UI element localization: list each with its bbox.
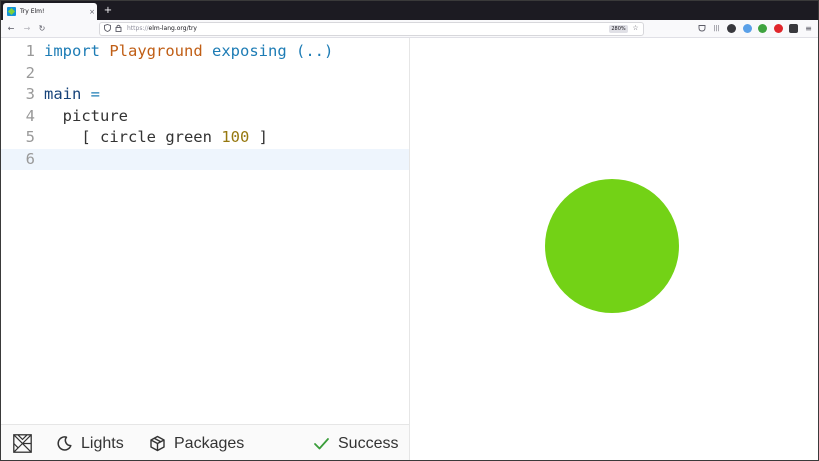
code-token: 100: [221, 128, 250, 146]
tab-strip: Try Elm! × +: [1, 1, 818, 20]
elm-favicon-icon: [7, 7, 16, 16]
bookmark-star-icon[interactable]: ☆: [631, 23, 640, 34]
code-line[interactable]: 2: [1, 63, 409, 84]
pocket-icon[interactable]: [697, 24, 706, 33]
line-number: 3: [25, 85, 35, 103]
tab-close-icon[interactable]: ×: [87, 8, 97, 16]
editor-footer: Lights Packages Success: [1, 424, 410, 460]
url-host-path: elm-lang.org/try: [148, 25, 197, 32]
checkmark-icon: [314, 438, 329, 450]
code-token: picture: [44, 106, 128, 125]
line-code: import Playground exposing (..): [44, 41, 333, 62]
line-code: main =: [44, 84, 100, 105]
status-label: Success: [338, 434, 399, 452]
package-box-icon: [150, 435, 165, 452]
url-scheme: https://: [127, 25, 149, 32]
line-number: 1: [25, 42, 35, 60]
line-number: 6: [25, 149, 35, 168]
shield-icon[interactable]: [103, 24, 112, 35]
code-line[interactable]: 5 [ circle green 100 ]: [1, 127, 409, 148]
playground-svg: [545, 179, 679, 313]
code-line[interactable]: 1 import Playground exposing (..): [1, 41, 409, 62]
lock-icon[interactable]: [114, 24, 123, 35]
back-icon[interactable]: ←: [5, 22, 17, 35]
nav-bar: ← → ↻ https://elm-lang.org/try 280% ☆ ||…: [1, 20, 818, 38]
extension-red-icon[interactable]: [774, 24, 783, 33]
code-token: [ circle green: [44, 128, 222, 146]
line-number: 5: [25, 128, 35, 146]
browser-window: Try Elm! × + ← → ↻ https://elm-lang.org/…: [0, 0, 819, 461]
lights-label: Lights: [81, 434, 124, 452]
library-icon[interactable]: |||: [712, 24, 721, 33]
reload-icon[interactable]: ↻: [36, 22, 48, 35]
elm-logo[interactable]: [13, 425, 40, 460]
line-number: 2: [25, 63, 35, 82]
url-text[interactable]: https://elm-lang.org/try: [127, 23, 197, 35]
zoom-level-badge[interactable]: 280%: [609, 25, 628, 33]
line-number: 4: [25, 106, 35, 125]
menu-icon[interactable]: ≡: [804, 24, 813, 33]
new-tab-button[interactable]: +: [102, 3, 114, 18]
packages-label: Packages: [174, 434, 245, 452]
code-line[interactable]: 4 picture: [1, 106, 409, 127]
code-line[interactable]: 3 main =: [1, 84, 409, 105]
code-token: main: [44, 85, 82, 103]
line-code: [ circle green 100 ]: [44, 127, 268, 148]
extension-square-icon[interactable]: [789, 24, 798, 33]
extension-dark-icon[interactable]: [727, 24, 736, 33]
code-line[interactable]: 6: [1, 148, 409, 170]
line-code: picture: [44, 106, 128, 127]
extension-green-icon[interactable]: [758, 24, 767, 33]
forward-icon[interactable]: →: [21, 22, 33, 35]
code-token: (..): [296, 42, 334, 60]
code-token: Playground: [109, 42, 203, 60]
url-bar[interactable]: https://elm-lang.org/try 280% ☆: [99, 22, 644, 36]
packages-button[interactable]: Packages: [149, 425, 245, 460]
extension-blue-icon[interactable]: [743, 24, 752, 33]
lights-button[interactable]: Lights: [56, 425, 124, 460]
moon-icon: [57, 436, 72, 451]
code-token: exposing: [212, 42, 287, 60]
output-canvas: [411, 38, 818, 460]
tab-try-elm[interactable]: Try Elm! ×: [3, 3, 97, 20]
elm-logo-icon: [13, 434, 32, 453]
code-token: =: [90, 85, 101, 103]
code-token: import: [44, 42, 100, 60]
green-circle: [545, 179, 679, 313]
code-editor[interactable]: 1 import Playground exposing (..) 2 3 main =…: [1, 38, 410, 424]
code-token: ]: [249, 128, 268, 146]
compile-status[interactable]: Success: [313, 425, 399, 460]
tab-title: Try Elm!: [20, 8, 45, 15]
